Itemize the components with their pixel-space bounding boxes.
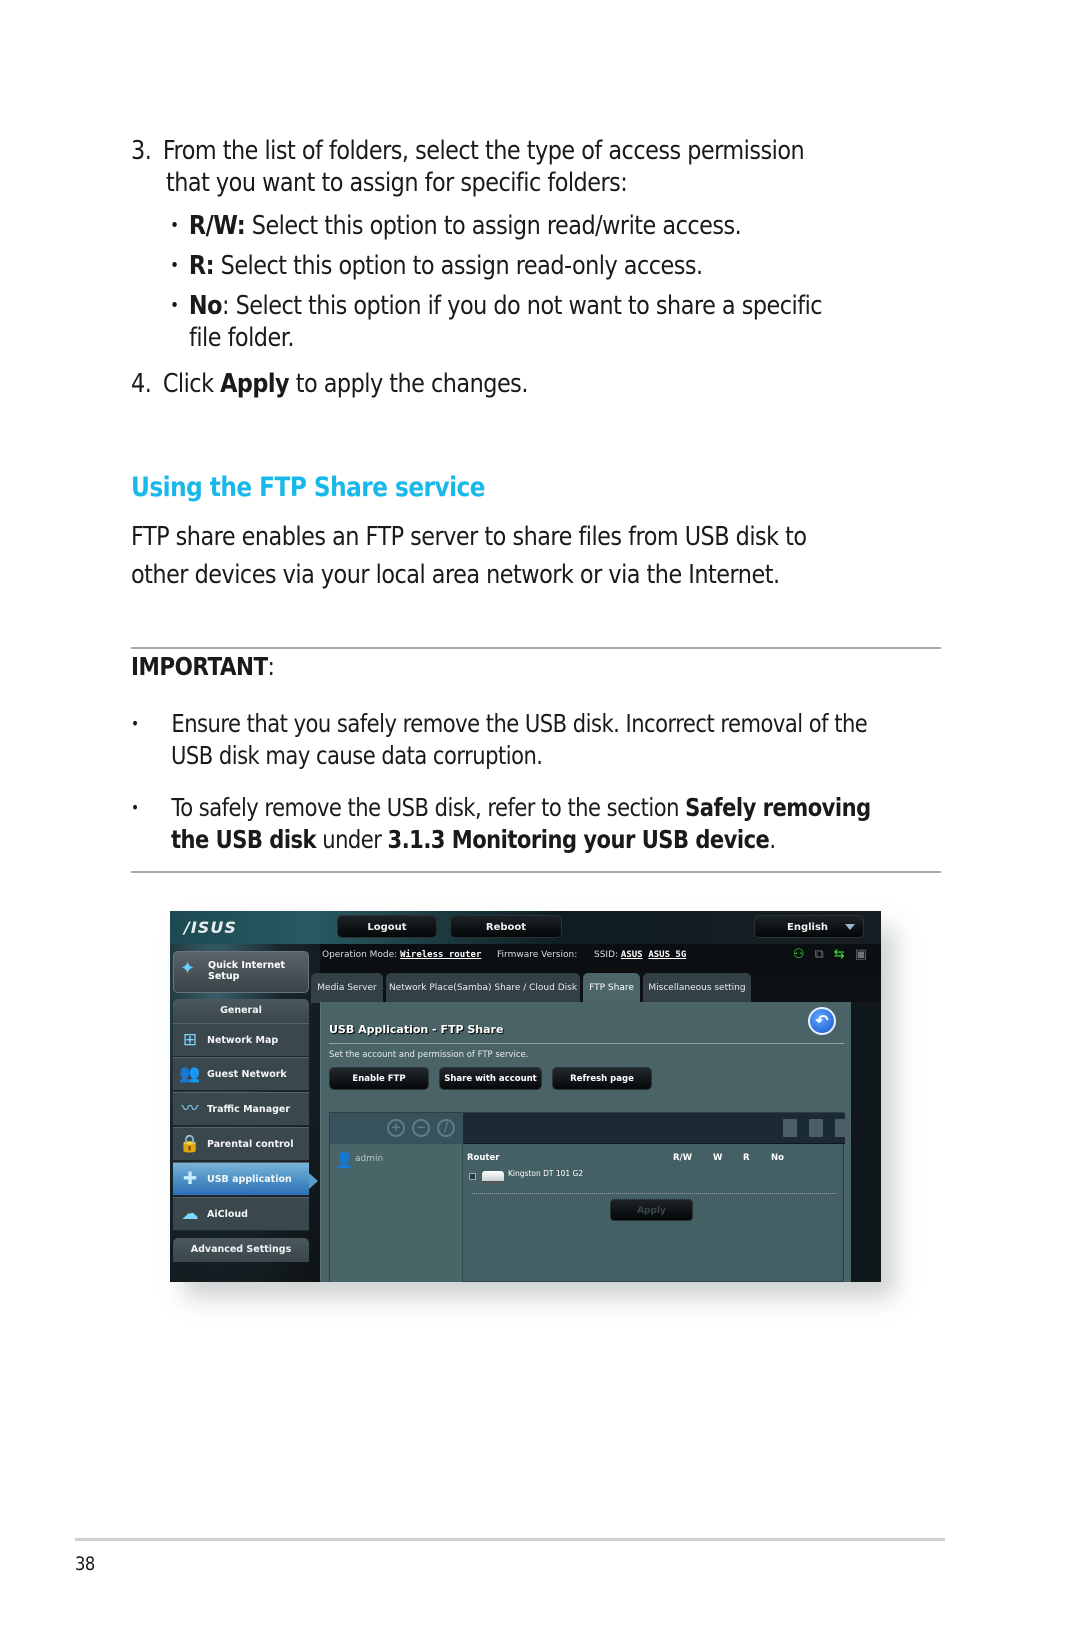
lock-icon: 🔒 <box>179 1134 201 1154</box>
status-icons: ⚇ ⧉ ⇆ ▣ <box>793 947 867 962</box>
tab-media-server[interactable]: Media Server <box>311 973 383 1003</box>
panel-description: Set the account and permission of FTP se… <box>329 1050 529 1060</box>
important-title: IMPORTANT: <box>131 652 275 681</box>
delete-folder-icon[interactable] <box>809 1119 823 1137</box>
sidebar-item-guest-network[interactable]: 👥 Guest Network <box>173 1057 309 1091</box>
page-number: 38 <box>75 1553 95 1575</box>
reboot-button[interactable]: Reboot <box>450 915 562 938</box>
operation-mode-link[interactable]: Wireless router <box>400 950 481 960</box>
router-ui-screenshot: /ISUS Logout Reboot English ✦ Quick Inte… <box>170 911 881 1282</box>
tab-ftp-share[interactable]: FTP Share <box>583 973 640 1003</box>
sidebar-item-parental-control[interactable]: 🔒 Parental control <box>173 1127 309 1161</box>
step-3-line-2: that you want to assign for specific fol… <box>166 168 628 198</box>
bullet-r: • R: Select this option to assign read-on… <box>170 251 703 281</box>
important-item-2: • To safely remove the USB disk, refer to… <box>131 793 871 822</box>
drive-label[interactable]: Kingston DT 101 G2 <box>508 1169 583 1178</box>
bullet-no: • No: Select this option if you do not wa… <box>170 291 823 321</box>
share-with-account-button[interactable]: Share with account <box>439 1067 542 1090</box>
sidebar-item-aicloud[interactable]: ☁ AiCloud <box>173 1197 309 1231</box>
ssid-24ghz-link[interactable]: ASUS <box>621 950 643 960</box>
firmware-version-label: Firmware Version: <box>497 950 578 960</box>
sidebar-header-general: General <box>173 999 309 1023</box>
operation-mode: Operation Mode: Wireless router <box>322 950 482 960</box>
section-reference: 3.1.3 Monitoring your USB device <box>387 825 770 854</box>
tab-miscellaneous-setting[interactable]: Miscellaneous setting <box>643 973 751 1003</box>
column-w: W <box>713 1153 723 1163</box>
active-indicator-arrow <box>309 1173 318 1189</box>
account-list: 👤 admin <box>330 1144 463 1282</box>
sidebar-item-usb-application[interactable]: ✚ USB application <box>173 1162 309 1196</box>
expand-icon[interactable] <box>469 1173 476 1180</box>
network-icon[interactable]: ⧉ <box>815 947 824 962</box>
tree-root-label: Router <box>467 1153 500 1163</box>
important-top-rule <box>131 647 941 649</box>
step-3-line-1: 3. From the list of folders, select the t… <box>131 136 805 166</box>
puzzle-icon: ✚ <box>182 1169 198 1189</box>
refresh-page-button[interactable]: Refresh page <box>552 1067 652 1090</box>
section-paragraph-line-2: other devices via your local area networ… <box>131 560 780 590</box>
user-icon: 👤 <box>335 1151 354 1169</box>
clients-icon[interactable]: ⚇ <box>793 947 805 962</box>
quick-internet-setup-button[interactable]: ✦ Quick Internet Setup <box>173 951 309 993</box>
chevron-down-icon <box>845 924 855 930</box>
permission-table: + − / 👤 admin Router R/W W R No Kingston… <box>329 1112 849 1282</box>
cloud-icon: ☁ <box>181 1204 199 1224</box>
network-map-icon: ⊞ <box>182 1030 198 1050</box>
remove-account-icon[interactable]: − <box>412 1119 430 1137</box>
column-rw: R/W <box>673 1153 693 1163</box>
enable-ftp-button[interactable]: Enable FTP <box>329 1067 429 1090</box>
logout-button[interactable]: Logout <box>337 915 437 938</box>
add-folder-icon[interactable] <box>783 1119 797 1137</box>
asus-logo: /ISUS <box>184 918 237 937</box>
guest-network-icon: 👥 <box>179 1064 201 1084</box>
important-item-1-line-2: USB disk may cause data corruption. <box>171 741 543 770</box>
apply-button[interactable]: Apply <box>610 1199 693 1221</box>
ftp-share-panel: USB Application - FTP Share ↶ Set the ac… <box>320 1002 851 1282</box>
traffic-manager-icon: 〰 <box>181 1099 199 1119</box>
column-r: R <box>743 1153 750 1163</box>
ssid-5ghz-link[interactable]: ASUS_5G <box>648 950 686 960</box>
footer-rule <box>75 1538 945 1541</box>
panel-title: USB Application - FTP Share <box>329 1023 504 1036</box>
section-heading: Using the FTP Share service <box>131 472 486 503</box>
bullet-rw: • R/W: Select this option to assign read/… <box>170 211 742 241</box>
usb-icon[interactable]: ⇆ <box>834 947 845 962</box>
router-header: /ISUS Logout Reboot English <box>170 911 881 944</box>
sidebar-header-advanced-settings: Advanced Settings <box>173 1238 309 1262</box>
edit-account-icon[interactable]: / <box>437 1119 455 1137</box>
section-paragraph-line-1: FTP share enables an FTP server to share… <box>131 522 807 552</box>
important-item-1: • Ensure that you safely remove the USB d… <box>131 709 868 738</box>
bullet-no-line-2: file folder. <box>189 323 294 353</box>
sidebar-item-network-map[interactable]: ⊞ Network Map <box>173 1023 309 1057</box>
tab-network-place[interactable]: Network Place(Samba) Share / Cloud Disk <box>386 973 580 1003</box>
rename-folder-icon[interactable] <box>835 1119 849 1137</box>
language-select[interactable]: English <box>754 915 864 938</box>
usb-drive-icon <box>482 1171 504 1183</box>
step-number: 3. <box>131 136 152 166</box>
step-4: 4. Click Apply to apply the changes. <box>131 369 528 399</box>
account-admin[interactable]: admin <box>355 1154 383 1164</box>
important-item-2-line-2: the USB disk under 3.1.3 Monitoring your… <box>171 825 776 854</box>
back-icon[interactable]: ↶ <box>808 1007 836 1035</box>
magic-wand-icon: ✦ <box>180 958 196 979</box>
important-bottom-rule <box>131 871 941 873</box>
printer-icon[interactable]: ▣ <box>855 947 867 962</box>
ssid: SSID: ASUS ASUS_5G <box>594 950 687 960</box>
apply-term: Apply <box>220 369 290 399</box>
sidebar-item-traffic-manager[interactable]: 〰 Traffic Manager <box>173 1092 309 1126</box>
column-no: No <box>771 1153 784 1163</box>
add-account-icon[interactable]: + <box>387 1119 405 1137</box>
